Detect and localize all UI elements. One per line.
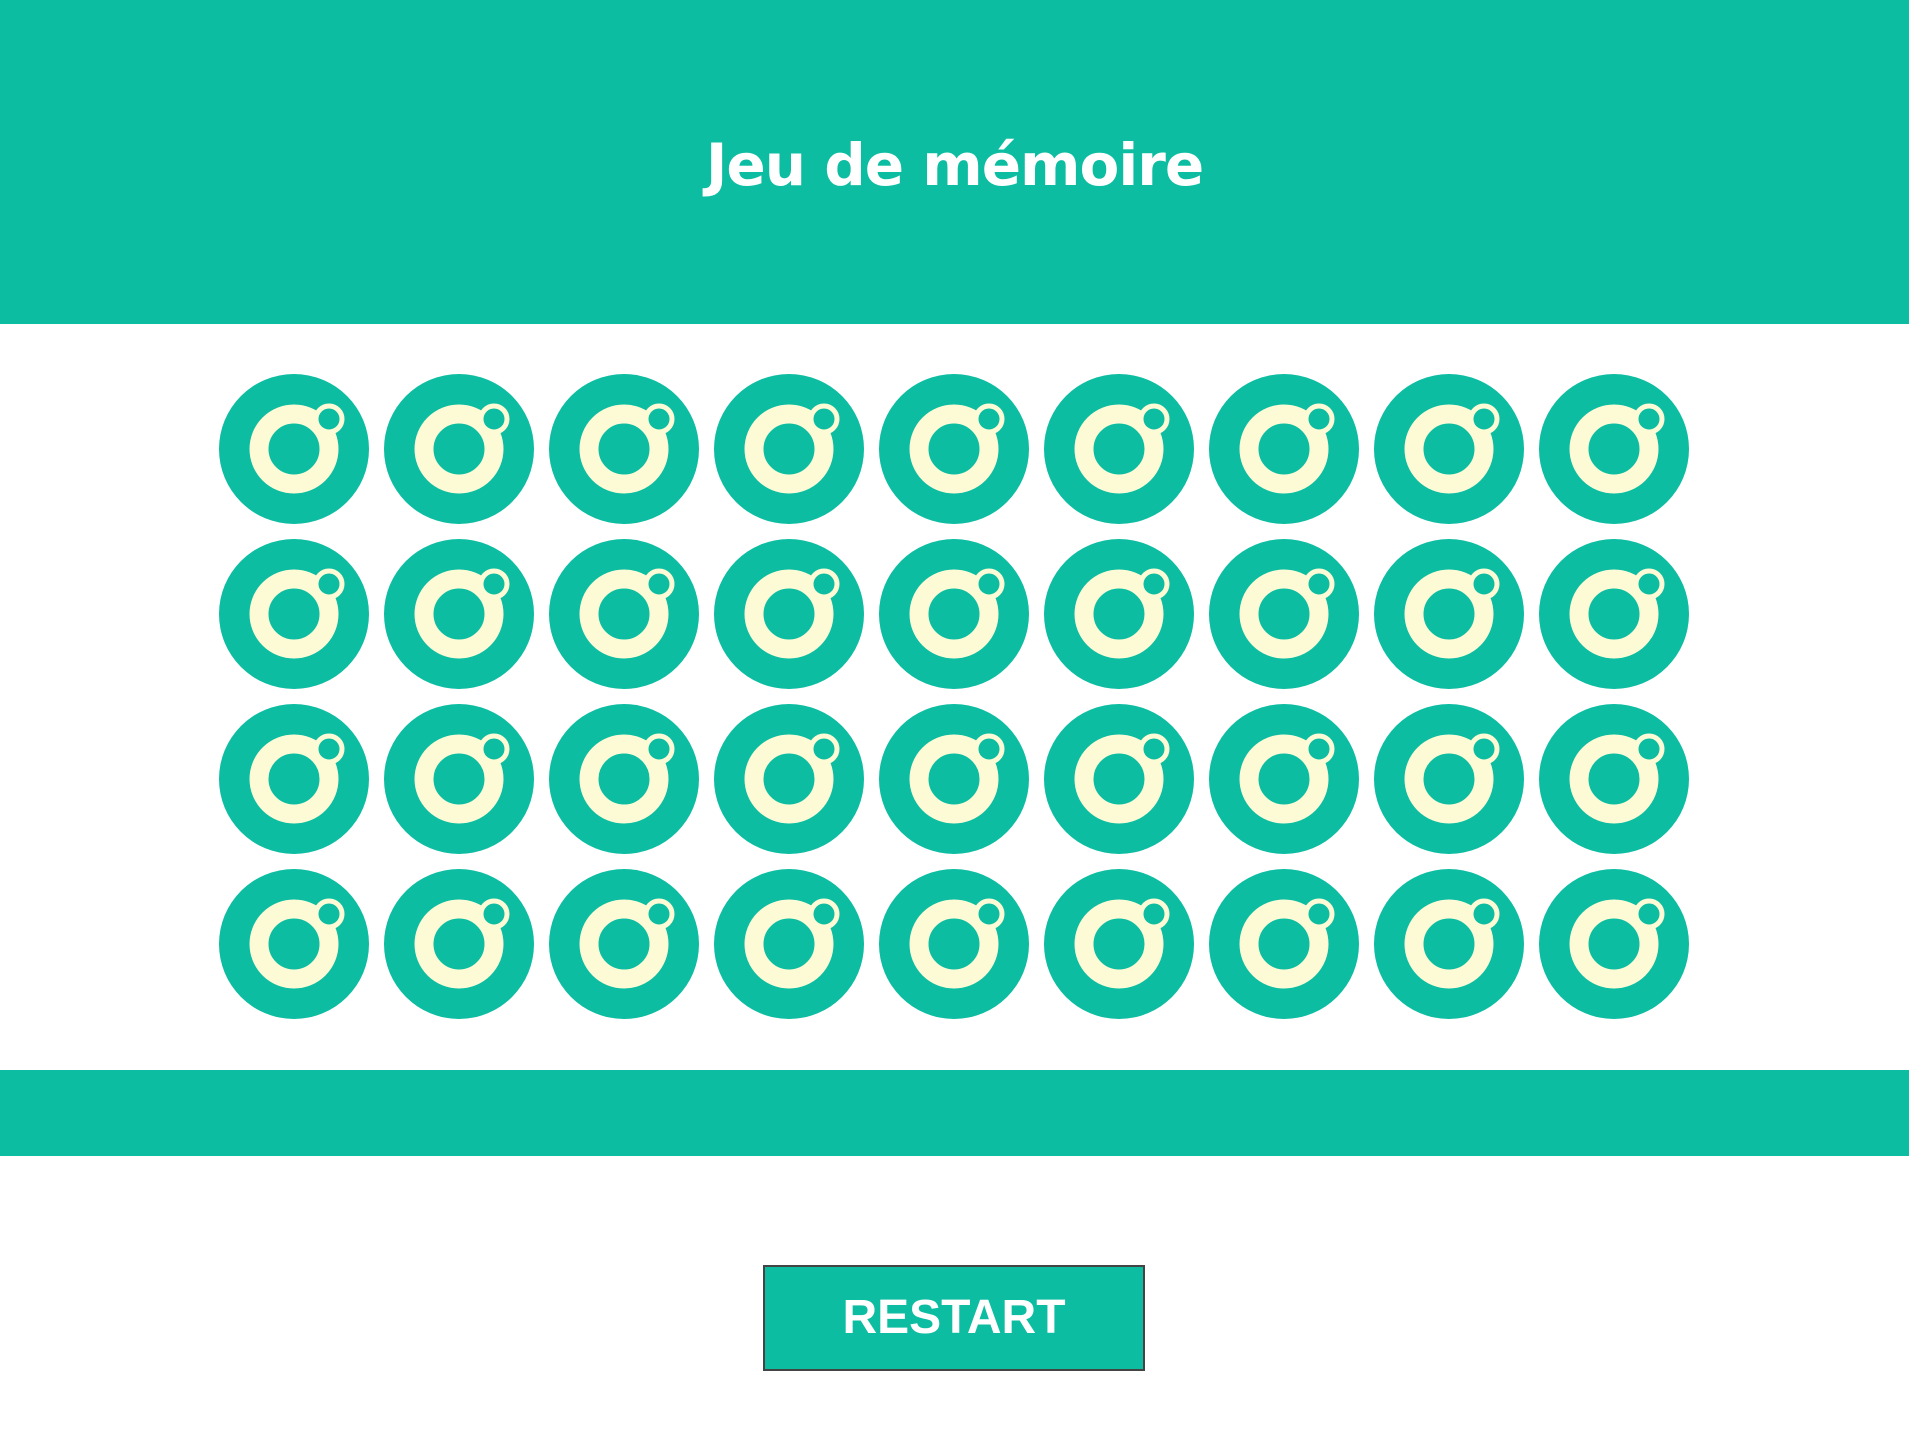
ring-with-bubble-icon: [1209, 374, 1359, 524]
ring-with-bubble-icon: [879, 704, 1029, 854]
memory-card[interactable]: [714, 539, 864, 689]
ring-with-bubble-icon: [549, 539, 699, 689]
memory-card[interactable]: [1209, 869, 1359, 1019]
ring-with-bubble-icon: [1374, 539, 1524, 689]
memory-card[interactable]: [1374, 539, 1524, 689]
memory-card[interactable]: [549, 374, 699, 524]
ring-with-bubble-icon: [1374, 704, 1524, 854]
ring-with-bubble-icon: [1044, 539, 1194, 689]
ring-with-bubble-icon: [1209, 539, 1359, 689]
ring-with-bubble-icon: [1044, 869, 1194, 1019]
memory-card[interactable]: [549, 869, 699, 1019]
ring-with-bubble-icon: [714, 869, 864, 1019]
memory-card[interactable]: [1209, 374, 1359, 524]
ring-with-bubble-icon: [879, 869, 1029, 1019]
ring-with-bubble-icon: [549, 704, 699, 854]
ring-with-bubble-icon: [384, 374, 534, 524]
ring-with-bubble-icon: [1044, 374, 1194, 524]
ring-with-bubble-icon: [219, 374, 369, 524]
memory-card[interactable]: [1044, 869, 1194, 1019]
ring-with-bubble-icon: [219, 539, 369, 689]
memory-card[interactable]: [219, 869, 369, 1019]
memory-card[interactable]: [1539, 869, 1689, 1019]
ring-with-bubble-icon: [714, 539, 864, 689]
memory-card[interactable]: [384, 704, 534, 854]
memory-card[interactable]: [879, 539, 1029, 689]
memory-card[interactable]: [219, 374, 369, 524]
memory-card[interactable]: [714, 374, 864, 524]
memory-card[interactable]: [384, 539, 534, 689]
memory-card[interactable]: [384, 869, 534, 1019]
ring-with-bubble-icon: [219, 869, 369, 1019]
memory-card[interactable]: [384, 374, 534, 524]
memory-card[interactable]: [714, 869, 864, 1019]
memory-card[interactable]: [1044, 539, 1194, 689]
memory-card[interactable]: [1539, 539, 1689, 689]
ring-with-bubble-icon: [714, 704, 864, 854]
status-bar: [0, 1070, 1909, 1156]
memory-card[interactable]: [1209, 704, 1359, 854]
ring-with-bubble-icon: [1539, 374, 1689, 524]
card-grid: [219, 374, 1691, 1020]
memory-card[interactable]: [1209, 539, 1359, 689]
memory-card[interactable]: [1374, 869, 1524, 1019]
header-bar: Jeu de mémoire: [0, 0, 1909, 324]
memory-card[interactable]: [1374, 704, 1524, 854]
memory-card[interactable]: [219, 704, 369, 854]
memory-card[interactable]: [879, 374, 1029, 524]
memory-card[interactable]: [1044, 374, 1194, 524]
memory-card[interactable]: [1539, 704, 1689, 854]
memory-card[interactable]: [1374, 374, 1524, 524]
memory-card[interactable]: [1539, 374, 1689, 524]
ring-with-bubble-icon: [219, 704, 369, 854]
memory-card[interactable]: [219, 539, 369, 689]
ring-with-bubble-icon: [384, 539, 534, 689]
memory-card[interactable]: [549, 704, 699, 854]
ring-with-bubble-icon: [549, 374, 699, 524]
memory-card[interactable]: [1044, 704, 1194, 854]
ring-with-bubble-icon: [1209, 869, 1359, 1019]
ring-with-bubble-icon: [1374, 869, 1524, 1019]
ring-with-bubble-icon: [1539, 869, 1689, 1019]
ring-with-bubble-icon: [384, 869, 534, 1019]
ring-with-bubble-icon: [1209, 704, 1359, 854]
memory-card[interactable]: [549, 539, 699, 689]
ring-with-bubble-icon: [879, 374, 1029, 524]
ring-with-bubble-icon: [879, 539, 1029, 689]
ring-with-bubble-icon: [549, 869, 699, 1019]
ring-with-bubble-icon: [714, 374, 864, 524]
restart-button[interactable]: RESTART: [763, 1265, 1145, 1371]
ring-with-bubble-icon: [1539, 704, 1689, 854]
ring-with-bubble-icon: [384, 704, 534, 854]
page-title: Jeu de mémoire: [705, 131, 1204, 199]
ring-with-bubble-icon: [1374, 374, 1524, 524]
memory-card[interactable]: [714, 704, 864, 854]
ring-with-bubble-icon: [1044, 704, 1194, 854]
memory-card[interactable]: [879, 869, 1029, 1019]
memory-card[interactable]: [879, 704, 1029, 854]
ring-with-bubble-icon: [1539, 539, 1689, 689]
